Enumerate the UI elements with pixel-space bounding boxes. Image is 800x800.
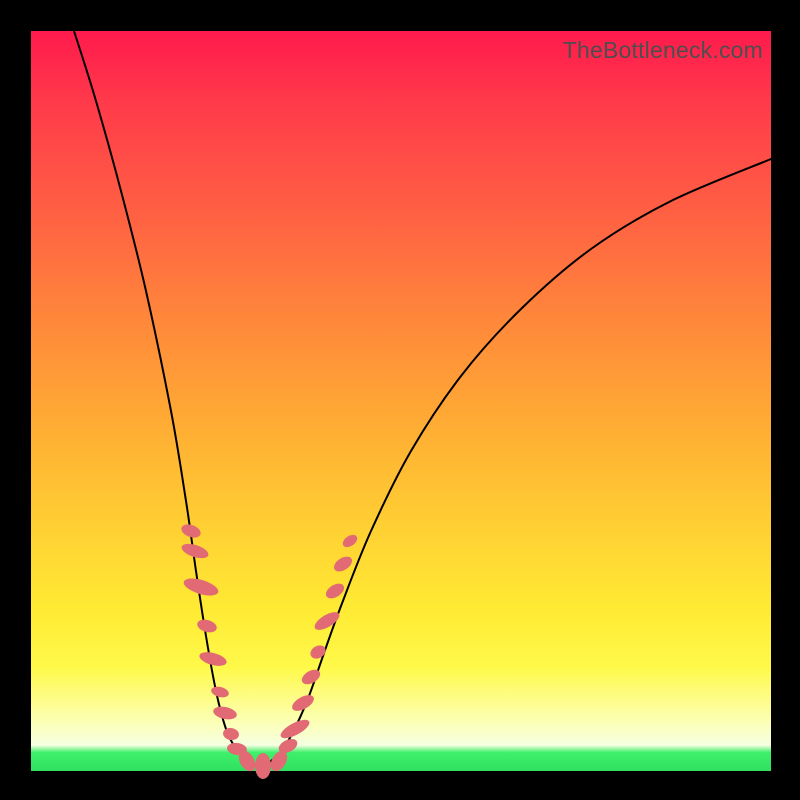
bead [222,727,240,742]
plot-area: TheBottleneck.com [31,31,771,771]
bead [210,685,230,699]
bead [331,554,354,575]
bead [308,643,328,661]
beads-group [180,522,360,779]
outer-frame: TheBottleneck.com [0,0,800,800]
bead [182,575,221,599]
bead [212,705,238,722]
bead [341,532,360,549]
bead [198,650,228,669]
bottleneck-curve [74,31,771,766]
chart-svg [31,31,771,771]
bead [255,753,271,779]
bead [196,617,219,634]
bead [278,716,312,742]
